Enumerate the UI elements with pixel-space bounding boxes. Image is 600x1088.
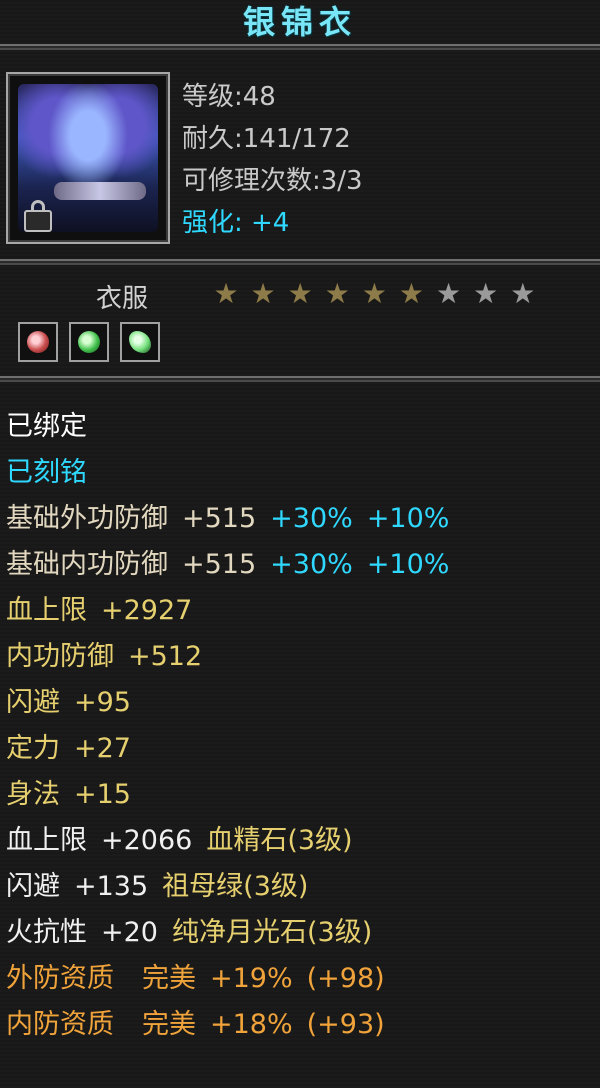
mid-divider	[0, 259, 600, 265]
dodge-line: 闪避 +95	[6, 680, 596, 726]
base-ext-def-line: 基础外功防御 +515 +30% +10%	[6, 496, 596, 542]
label: 血上限	[6, 825, 87, 856]
bonus-percent-2: +10%	[366, 503, 450, 534]
dodge-gem-line: 闪避 +135 祖母绿(3级)	[6, 864, 596, 910]
value: +135	[74, 871, 149, 902]
bonus-percent-1: +30%	[270, 503, 353, 534]
grade: 完美	[142, 1009, 196, 1040]
hp-gem-line: 血上限 +2066 血精石(3级)	[6, 818, 596, 864]
agility-line: 身法 +15	[6, 772, 596, 818]
engraved-status: 已刻铭	[6, 457, 87, 488]
item-name: 银锦衣	[242, 3, 357, 41]
label: 闪避	[6, 687, 60, 718]
star-icon: ★	[250, 277, 276, 310]
value: +2927	[101, 595, 193, 626]
value: +515	[182, 549, 257, 580]
label: 内防资质	[6, 1009, 114, 1040]
label: 闪避	[6, 871, 60, 902]
star-icon: ★	[436, 277, 462, 310]
star-icon: ★	[510, 277, 536, 310]
star-icon: ★	[287, 277, 313, 310]
focus-line: 定力 +27	[6, 726, 596, 772]
gem-name: 血精石(3级)	[206, 825, 353, 856]
label: 血上限	[6, 595, 87, 626]
value: +512	[128, 641, 203, 672]
value: +2066	[101, 825, 193, 856]
star-icon: ★	[361, 277, 387, 310]
value: +20	[101, 917, 158, 948]
label: 外防资质	[6, 963, 114, 994]
value: +15	[74, 779, 131, 810]
bound-status: 已绑定	[6, 411, 87, 442]
label: 定力	[6, 733, 60, 764]
bonus-percent-1: +30%	[270, 549, 353, 580]
star-icon: ★	[213, 277, 239, 310]
star-icon: ★	[473, 277, 499, 310]
percent: +18%	[210, 1009, 293, 1040]
red-gem-icon[interactable]	[18, 322, 58, 362]
percent: +19%	[210, 963, 293, 994]
hp-cap-line: 血上限 +2927	[6, 588, 596, 634]
base-int-def-line: 基础内功防御 +515 +30% +10%	[6, 542, 596, 588]
moonstone-icon[interactable]	[120, 322, 161, 362]
item-durability: 耐久:141/172	[182, 124, 351, 154]
ext-quality-line: 外防资质 完美 +19% (+98)	[6, 956, 596, 1002]
item-repairs: 可修理次数:3/3	[182, 166, 363, 196]
item-tooltip: 银锦衣 等级:48 耐久:141/172 可修理次数:3/3 强化: +4 衣服…	[0, 0, 600, 1088]
value: +515	[182, 503, 257, 534]
fire-res-gem-line: 火抗性 +20 纯净月光石(3级)	[6, 910, 596, 956]
star-rating: ★ ★ ★ ★ ★ ★ ★ ★ ★	[212, 280, 541, 308]
label: 火抗性	[6, 917, 87, 948]
top-divider	[0, 44, 600, 50]
star-icon: ★	[398, 277, 425, 310]
label: 基础内功防御	[6, 549, 168, 580]
item-enhance: 强化: +4	[182, 208, 290, 238]
item-category: 衣服	[96, 284, 149, 314]
int-def-line: 内功防御 +512	[6, 634, 596, 680]
bonus: (+93)	[306, 1009, 385, 1040]
value: +27	[74, 733, 131, 764]
belt-icon	[54, 182, 146, 200]
grade: 完美	[142, 963, 196, 994]
property-list: 已绑定 已刻铭 基础外功防御 +515 +30% +10% 基础内功防御 +515 +30…	[6, 404, 596, 1048]
bonus: (+98)	[306, 963, 385, 994]
lower-divider	[0, 376, 600, 382]
star-icon: ★	[324, 277, 350, 310]
lock-icon	[24, 200, 52, 232]
value: +95	[74, 687, 131, 718]
gem-name: 纯净月光石(3级)	[171, 917, 373, 948]
gem-name: 祖母绿(3级)	[162, 871, 309, 902]
bonus-percent-2: +10%	[366, 549, 450, 580]
item-icon-frame[interactable]	[6, 72, 170, 244]
socket-gems	[18, 322, 166, 366]
green-gem-icon[interactable]	[69, 322, 110, 362]
item-level: 等级:48	[182, 82, 276, 112]
label: 基础外功防御	[6, 503, 168, 534]
label: 身法	[6, 779, 60, 810]
int-quality-line: 内防资质 完美 +18% (+93)	[6, 1002, 596, 1048]
label: 内功防御	[6, 641, 114, 672]
